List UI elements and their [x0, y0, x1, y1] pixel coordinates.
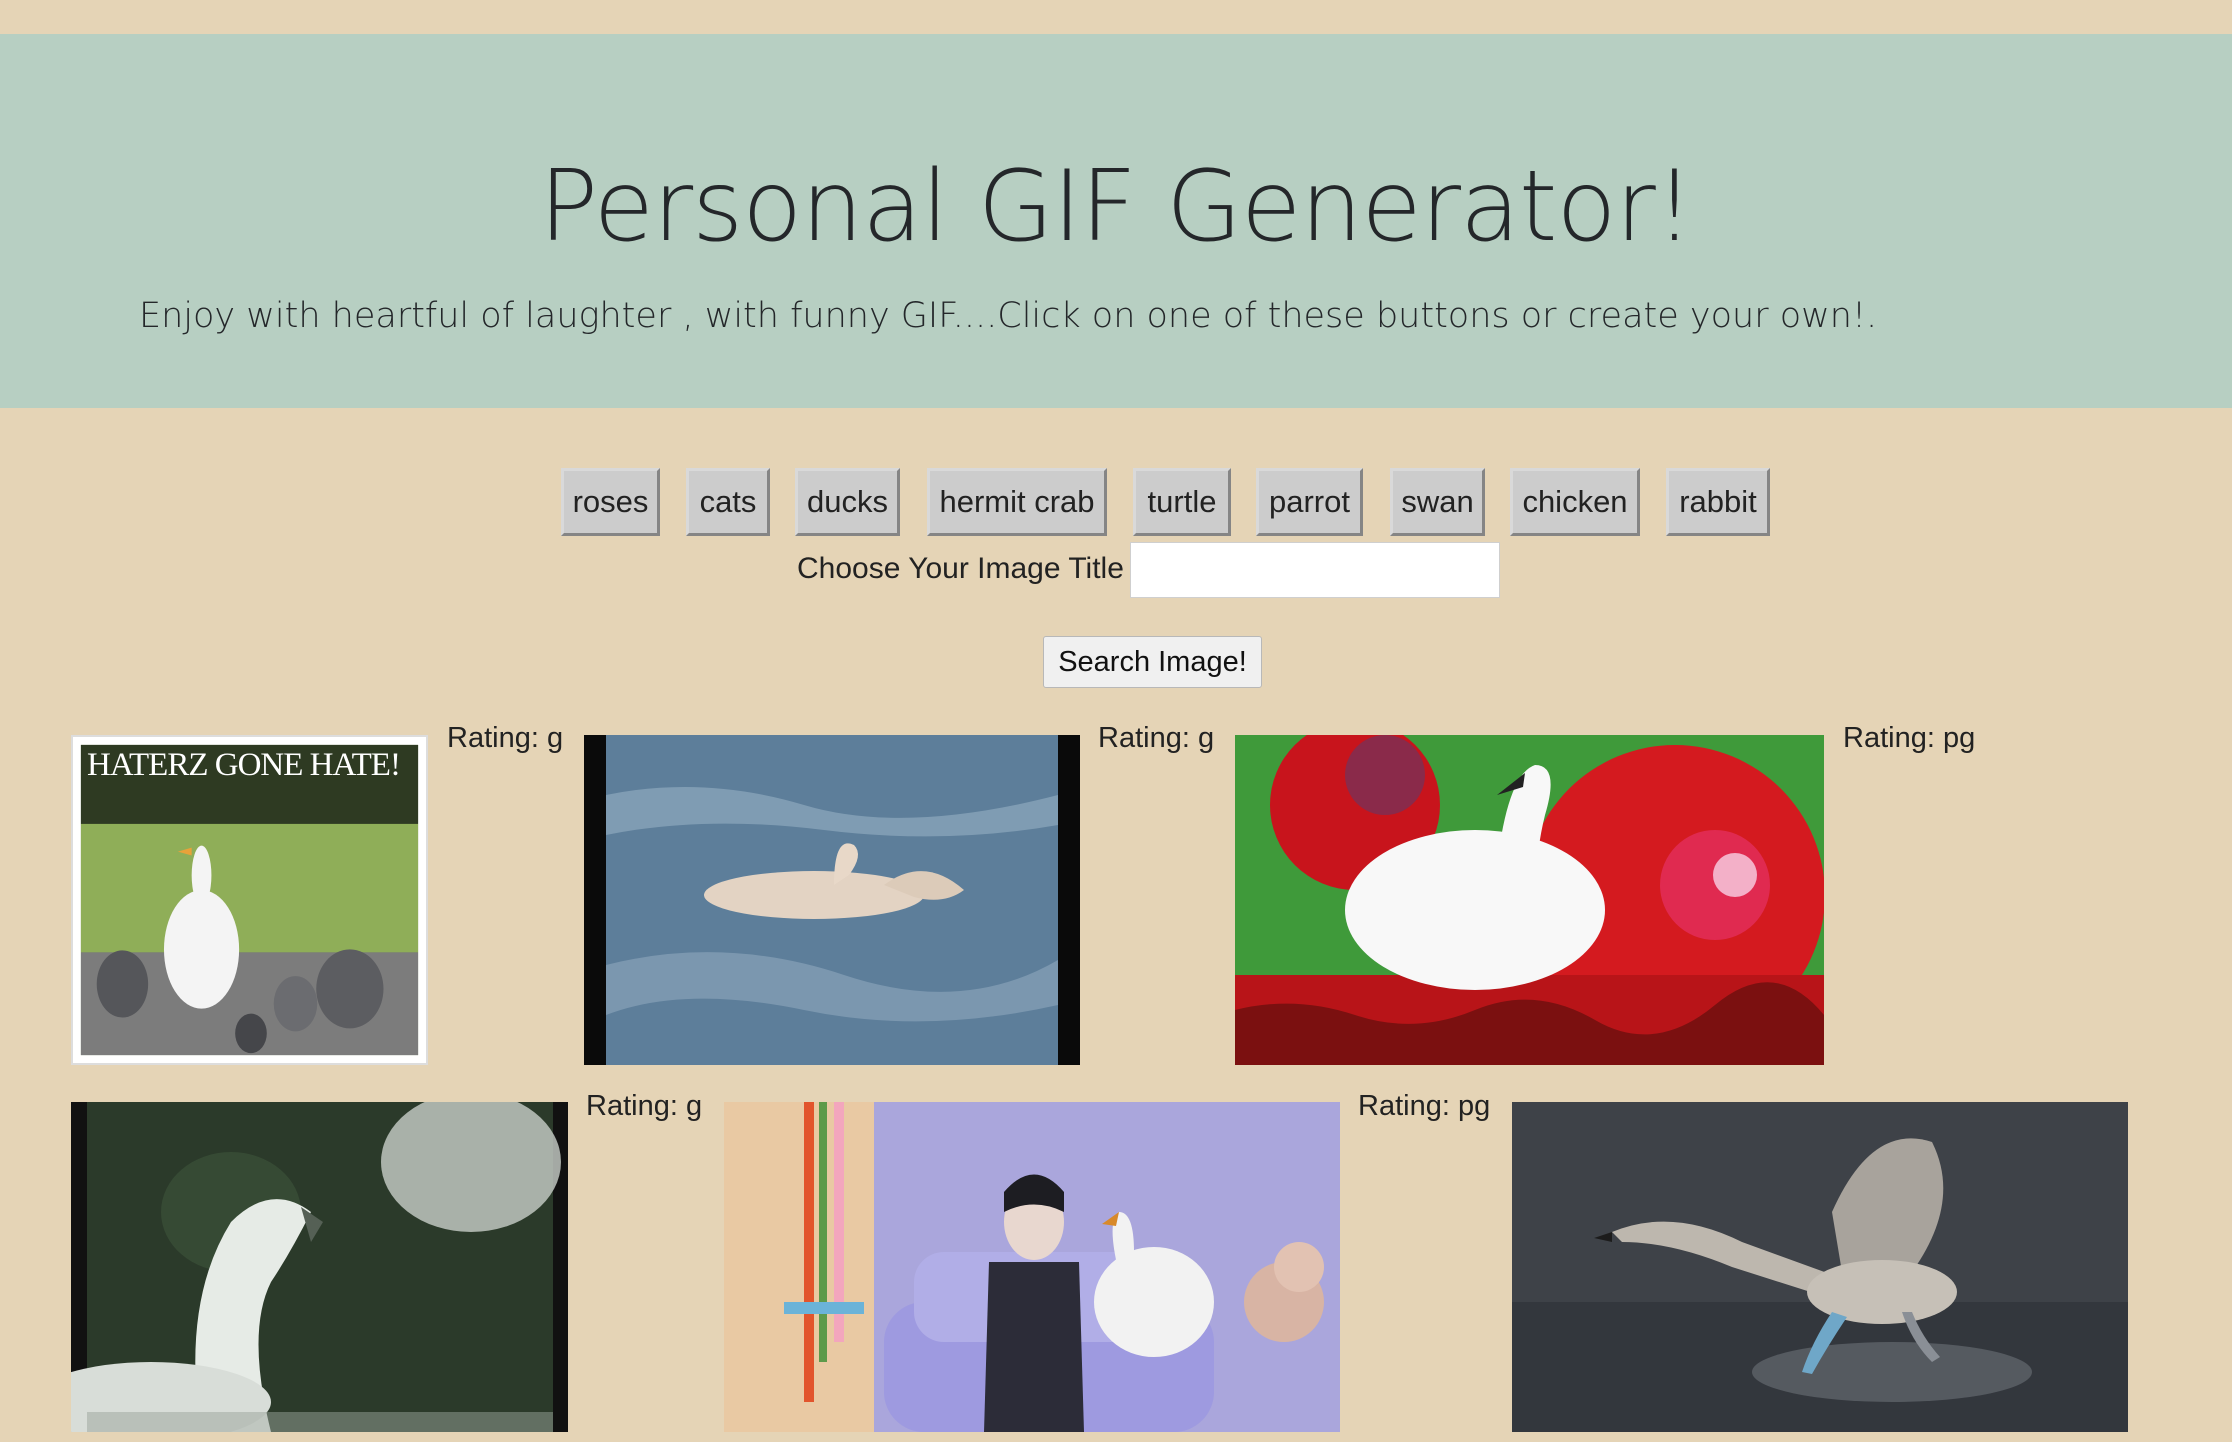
- gif-image-3[interactable]: [1235, 735, 1824, 1065]
- page-subtitle: Enjoy with heartful of laughter , with f…: [139, 296, 1878, 336]
- gif-rating-5: Rating: pg: [1358, 1090, 1491, 1122]
- gif-rating-2: Rating: g: [1098, 722, 1215, 754]
- topic-button-cats[interactable]: cats: [686, 468, 770, 536]
- goose-gif-illustration: [80, 744, 419, 1056]
- page-title: Personal GIF Generator!: [538, 150, 1694, 264]
- woman-swan-gif-illustration: [724, 1102, 1340, 1432]
- swan-closeup-gif-illustration: [71, 1102, 568, 1432]
- swan-bathing-gif-illustration: [584, 735, 1080, 1065]
- gif-image-1[interactable]: HATERZ GONE HATE!: [71, 735, 428, 1065]
- topic-button-turtle[interactable]: turtle: [1133, 468, 1231, 536]
- search-image-button[interactable]: Search Image!: [1043, 636, 1262, 688]
- topic-button-hermit-crab[interactable]: hermit crab: [927, 468, 1107, 536]
- swan-roses-gif-illustration: [1235, 735, 1824, 1065]
- gif-image-4[interactable]: [71, 1102, 568, 1432]
- gif-rating-4: Rating: g: [586, 1090, 703, 1122]
- gif-caption: HATERZ GONE HATE!: [87, 747, 401, 783]
- topic-button-parrot[interactable]: parrot: [1256, 468, 1363, 536]
- gif-rating-1: Rating: g: [447, 722, 564, 754]
- image-title-label: Choose Your Image Title: [797, 552, 1124, 585]
- topic-button-rabbit[interactable]: rabbit: [1666, 468, 1770, 536]
- image-title-input[interactable]: [1130, 542, 1500, 598]
- topic-button-ducks[interactable]: ducks: [795, 468, 900, 536]
- gif-image-2[interactable]: [584, 735, 1080, 1065]
- gif-image-5[interactable]: [724, 1102, 1340, 1432]
- gif-rating-3: Rating: pg: [1843, 722, 1976, 754]
- gif-image-6[interactable]: [1512, 1102, 2128, 1432]
- swan-landing-gif-illustration: [1512, 1102, 2128, 1432]
- topic-button-swan[interactable]: swan: [1390, 468, 1485, 536]
- topic-button-chicken[interactable]: chicken: [1510, 468, 1640, 536]
- topic-button-roses[interactable]: roses: [561, 468, 660, 536]
